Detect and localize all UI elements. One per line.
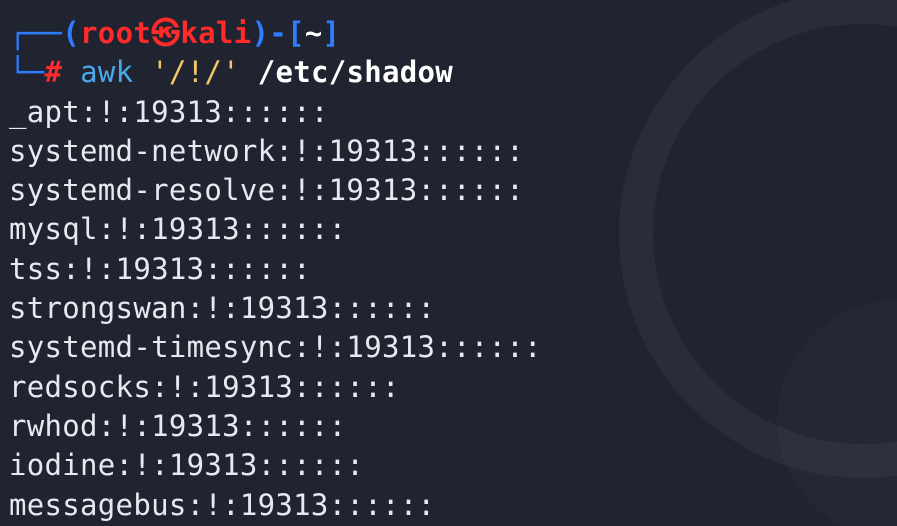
prompt-corner-top: ┌── bbox=[9, 16, 63, 50]
output-line: tss:!:19313:::::: bbox=[9, 251, 311, 286]
command-name: awk bbox=[80, 55, 134, 90]
prompt-open-paren: ( bbox=[62, 16, 81, 50]
prompt-open-bracket: [ bbox=[286, 16, 305, 50]
prompt-corner-bottom: └─ bbox=[9, 55, 45, 90]
output-line: iodine:!:19313:::::: bbox=[9, 448, 365, 483]
prompt-cwd: ~ bbox=[304, 16, 323, 50]
output-line: messagebus:!:19313:::::: bbox=[9, 487, 436, 522]
prompt-hash: # bbox=[44, 55, 63, 90]
prompt-at-symbol: ㉿ bbox=[151, 16, 181, 50]
output-line: systemd-timesync:!:19313:::::: bbox=[9, 330, 542, 365]
output-line: mysql:!:19313:::::: bbox=[9, 212, 347, 247]
command-argument: '/!/' bbox=[151, 55, 240, 90]
prompt-close-bracket: ] bbox=[322, 16, 341, 50]
command-path: /etc/shadow bbox=[257, 55, 454, 90]
terminal-window[interactable]: ┌──(root㉿kali)-[~] └─# awk '/!/' /etc/sh… bbox=[0, 0, 897, 526]
output-line: redsocks:!:19313:::::: bbox=[9, 369, 400, 404]
prompt-dash: - bbox=[269, 16, 287, 50]
output-line: rwhod:!:19313:::::: bbox=[9, 408, 347, 443]
prompt-close-paren: ) bbox=[251, 16, 270, 50]
output-line: systemd-resolve:!:19313:::::: bbox=[9, 173, 525, 208]
prompt-line-2[interactable]: └─# awk '/!/' /etc/shadow bbox=[9, 53, 897, 92]
terminal-content: ┌──(root㉿kali)-[~] └─# awk '/!/' /etc/sh… bbox=[9, 14, 897, 525]
output-line: strongswan:!:19313:::::: bbox=[9, 291, 436, 326]
prompt-host: kali bbox=[180, 16, 252, 50]
output-line: systemd-network:!:19313:::::: bbox=[9, 133, 525, 168]
prompt-line-1: ┌──(root㉿kali)-[~] bbox=[9, 14, 897, 53]
prompt-user: root bbox=[80, 16, 152, 50]
output-line: _apt:!:19313:::::: bbox=[9, 94, 329, 129]
